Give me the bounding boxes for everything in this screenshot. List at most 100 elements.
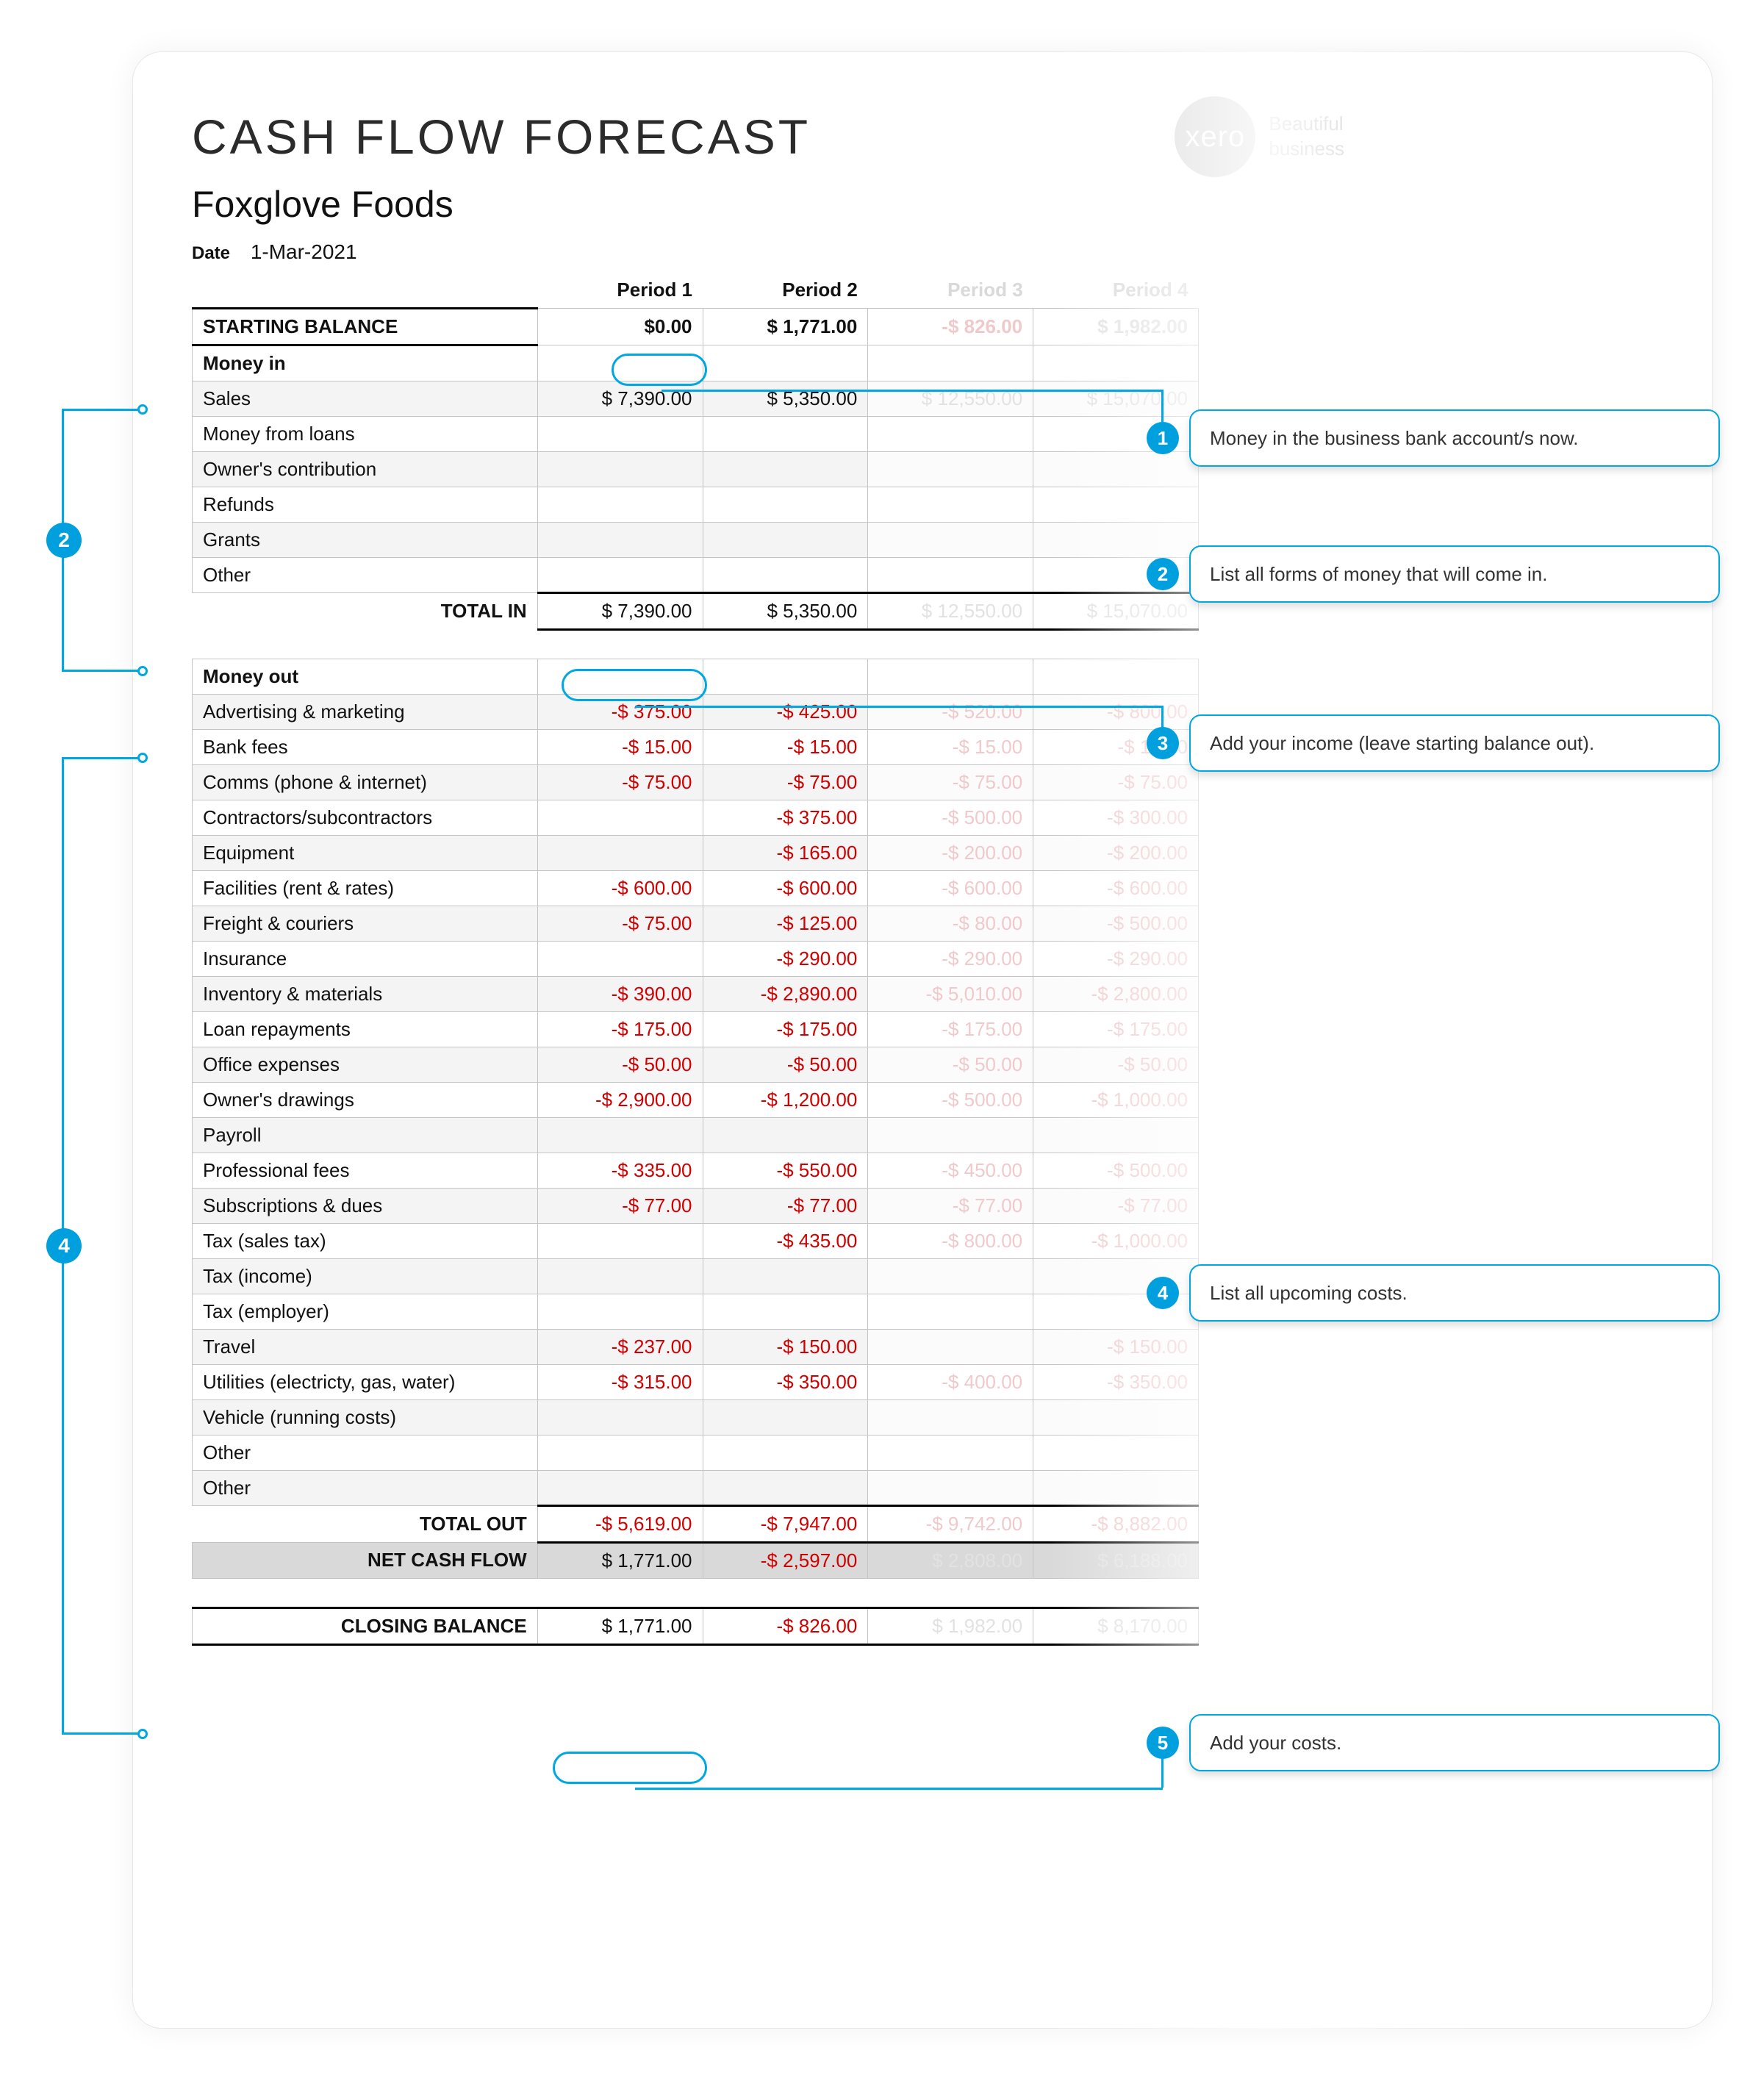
cell: -$ 77.00 <box>1033 1188 1199 1223</box>
row-label: Other <box>193 557 538 592</box>
cell <box>537 659 703 694</box>
cell: -$ 600.00 <box>1033 870 1199 906</box>
cell: $0.00 <box>537 308 703 345</box>
money-out-row: Payroll <box>193 1117 1199 1153</box>
cell <box>537 1470 703 1505</box>
cell <box>703 1294 868 1329</box>
cell: -$ 390.00 <box>537 976 703 1011</box>
cell: -$ 175.00 <box>1033 1011 1199 1047</box>
period-3-header: Period 3 <box>868 273 1033 308</box>
cell: -$ 500.00 <box>1033 906 1199 941</box>
cell <box>703 487 868 522</box>
cell <box>537 1294 703 1329</box>
cell <box>537 1258 703 1294</box>
cell: -$ 165.00 <box>703 835 868 870</box>
cell <box>703 1399 868 1435</box>
connector-3v <box>1161 706 1164 728</box>
cell: $ 2,808.00 <box>868 1542 1033 1578</box>
brand-tagline-1: Beautiful <box>1269 112 1343 135</box>
cell: -$ 826.00 <box>868 308 1033 345</box>
cell: -$ 75.00 <box>703 764 868 800</box>
cell <box>703 1117 868 1153</box>
row-label: Facilities (rent & rates) <box>193 870 538 906</box>
row-label: Payroll <box>193 1117 538 1153</box>
cell <box>537 1117 703 1153</box>
cell <box>1033 451 1199 487</box>
badge-2: 2 <box>46 523 82 558</box>
cell <box>537 1435 703 1470</box>
cell <box>1033 1294 1199 1329</box>
net-cash-flow-row: NET CASH FLOW$ 1,771.00-$ 2,597.00$ 2,80… <box>193 1542 1199 1578</box>
money-out-heading: Money out <box>193 659 1199 694</box>
row-label: Equipment <box>193 835 538 870</box>
money-out-row: Equipment-$ 165.00-$ 200.00-$ 200.00 <box>193 835 1199 870</box>
cell <box>1033 416 1199 451</box>
cell: -$ 500.00 <box>1033 1153 1199 1188</box>
money-out-row: Office expenses-$ 50.00-$ 50.00-$ 50.00-… <box>193 1047 1199 1082</box>
cell <box>868 1117 1033 1153</box>
cell: -$ 1,200.00 <box>703 1082 868 1117</box>
money-out-row: Inventory & materials-$ 390.00-$ 2,890.0… <box>193 976 1199 1011</box>
money-in-row: Money from loans <box>193 416 1199 451</box>
cell <box>868 1258 1033 1294</box>
cell: -$ 350.00 <box>1033 1364 1199 1399</box>
money-out-row: Utilities (electricty, gas, water)-$ 315… <box>193 1364 1199 1399</box>
row-label: TOTAL IN <box>193 592 538 629</box>
row-label: Owner's contribution <box>193 451 538 487</box>
row-label: Tax (income) <box>193 1258 538 1294</box>
document-card: CASH FLOW FORECAST xero Beautiful busine… <box>132 51 1713 2029</box>
cell <box>537 835 703 870</box>
cell: -$ 50.00 <box>868 1047 1033 1082</box>
cell: -$ 50.00 <box>1033 1047 1199 1082</box>
cell: -$ 290.00 <box>868 941 1033 976</box>
money-out-row: Insurance-$ 290.00-$ 290.00-$ 290.00 <box>193 941 1199 976</box>
cell <box>537 1223 703 1258</box>
money-in-row: Owner's contribution <box>193 451 1199 487</box>
cell: -$ 375.00 <box>537 694 703 729</box>
cell <box>1033 659 1199 694</box>
money-out-row: Freight & couriers-$ 75.00-$ 125.00-$ 80… <box>193 906 1199 941</box>
row-label: Other <box>193 1435 538 1470</box>
money-out-row: Travel-$ 237.00-$ 150.00-$ 150.00 <box>193 1329 1199 1364</box>
cell <box>703 1470 868 1505</box>
cell: -$ 5,619.00 <box>537 1505 703 1542</box>
cell <box>1033 1117 1199 1153</box>
cell: -$ 77.00 <box>537 1188 703 1223</box>
connector-3h <box>635 706 1163 708</box>
row-label: Loan repayments <box>193 1011 538 1047</box>
cell <box>703 522 868 557</box>
row-label: Grants <box>193 522 538 557</box>
header-row: CASH FLOW FORECAST xero Beautiful busine… <box>192 96 1653 177</box>
money-out-row: Subscriptions & dues-$ 77.00-$ 77.00-$ 7… <box>193 1188 1199 1223</box>
cell: -$ 80.00 <box>868 906 1033 941</box>
money-in-row: Refunds <box>193 487 1199 522</box>
cell <box>1033 1435 1199 1470</box>
money-out-row: Other <box>193 1435 1199 1470</box>
cell: $ 5,350.00 <box>703 592 868 629</box>
brand-tagline-2: business <box>1269 137 1344 160</box>
cell: -$ 75.00 <box>868 764 1033 800</box>
money-out-row: Loan repayments-$ 175.00-$ 175.00-$ 175.… <box>193 1011 1199 1047</box>
period-1-header: Period 1 <box>537 273 703 308</box>
period-2-header: Period 2 <box>703 273 868 308</box>
cell: -$ 7,947.00 <box>703 1505 868 1542</box>
money-in-row: Other <box>193 557 1199 592</box>
cell <box>1033 487 1199 522</box>
row-label: NET CASH FLOW <box>193 1542 538 1578</box>
report-title: CASH FLOW FORECAST <box>192 109 811 165</box>
cell <box>537 416 703 451</box>
money-in-row: Grants <box>193 522 1199 557</box>
cell <box>868 487 1033 522</box>
period-header-row: Period 1 Period 2 Period 3 Period 4 <box>193 273 1199 308</box>
row-label: Professional fees <box>193 1153 538 1188</box>
row-label: Money out <box>193 659 538 694</box>
cell: -$ 435.00 <box>703 1223 868 1258</box>
cell: -$ 335.00 <box>537 1153 703 1188</box>
brand: xero Beautiful business <box>1175 96 1344 177</box>
cell: -$ 800.00 <box>868 1223 1033 1258</box>
cell <box>868 1470 1033 1505</box>
forecast-table: Period 1 Period 2 Period 3 Period 4 STAR… <box>192 273 1199 1646</box>
cell: -$ 500.00 <box>868 800 1033 835</box>
row-label: Tax (sales tax) <box>193 1223 538 1258</box>
cell <box>703 1435 868 1470</box>
